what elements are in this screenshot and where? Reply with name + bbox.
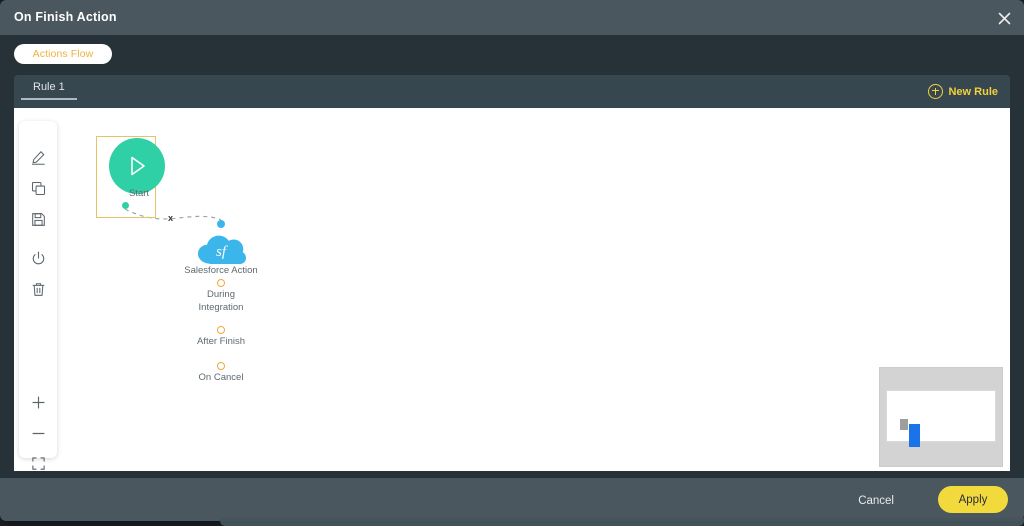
port-on-cancel-label: On Cancel [198, 372, 244, 383]
zoom-in-icon[interactable] [27, 391, 49, 413]
minimap-node-start [900, 419, 908, 430]
save-icon[interactable] [27, 208, 49, 230]
power-icon[interactable] [27, 247, 49, 269]
page-title: On Finish Action [14, 10, 117, 24]
minimap-node-salesforce [909, 424, 920, 447]
dialog-footer: Cancel Apply [0, 478, 1024, 521]
edge-delete-marker[interactable]: x [168, 213, 173, 223]
dialog-titlebar: On Finish Action [0, 0, 1024, 35]
edit-icon[interactable] [27, 146, 49, 168]
close-icon[interactable] [994, 8, 1014, 28]
salesforce-cloud-icon[interactable]: sf [195, 228, 247, 268]
start-node[interactable] [109, 138, 165, 194]
port-after-finish-label: After Finish [196, 336, 246, 347]
rule-bar: Rule 1 New Rule [14, 75, 1010, 108]
background-window-edge [220, 518, 1024, 526]
new-rule-button[interactable]: New Rule [928, 84, 998, 99]
duplicate-icon[interactable] [27, 177, 49, 199]
new-rule-label: New Rule [948, 85, 998, 98]
port-on-cancel[interactable] [217, 362, 225, 370]
flow-tab-row: Actions Flow [0, 35, 1024, 75]
start-node-output-port[interactable] [122, 202, 129, 209]
port-during-integration[interactable] [217, 279, 225, 287]
flow-canvas[interactable]: x Start sf Salesforce Action During Inte… [14, 108, 1010, 471]
cancel-button[interactable]: Cancel [850, 491, 902, 511]
port-during-integration-label: During Integration [198, 289, 244, 313]
minimap[interactable] [880, 368, 1002, 466]
tab-actions-flow[interactable]: Actions Flow [14, 44, 112, 64]
on-finish-action-dialog: On Finish Action Actions Flow Rule 1 New… [0, 0, 1024, 521]
salesforce-node-input-port[interactable] [217, 220, 225, 228]
fit-screen-icon[interactable] [27, 452, 49, 471]
screen: On Finish Action Actions Flow Rule 1 New… [0, 0, 1024, 526]
zoom-out-icon[interactable] [27, 422, 49, 444]
apply-button[interactable]: Apply [938, 486, 1008, 513]
canvas-toolbar [19, 121, 57, 470]
salesforce-node-label: Salesforce Action [184, 265, 258, 276]
tab-rule-1[interactable]: Rule 1 [21, 81, 77, 100]
start-node-label: Start [128, 188, 150, 199]
trash-icon[interactable] [27, 278, 49, 300]
play-icon [131, 156, 145, 176]
port-after-finish[interactable] [217, 326, 225, 334]
plus-circle-icon [928, 84, 944, 99]
minimap-viewport[interactable] [886, 390, 996, 447]
